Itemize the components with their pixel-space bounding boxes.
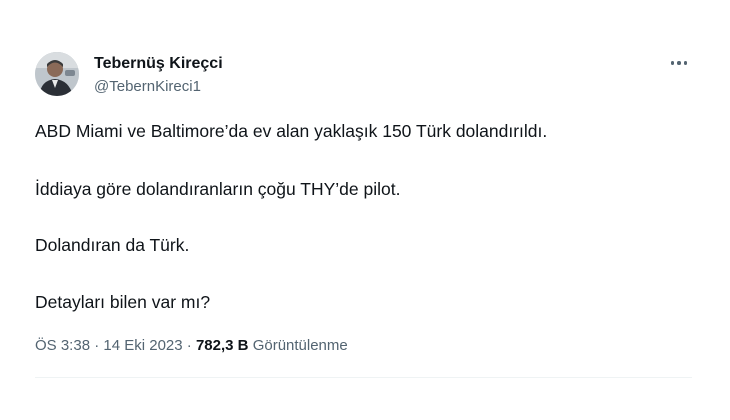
more-options-icon[interactable]	[664, 50, 694, 76]
author-name[interactable]: Tebernüş Kireçci	[94, 54, 223, 74]
meta-separator: ·	[94, 337, 100, 354]
tweet-date[interactable]: 14 Eki 2023	[103, 337, 182, 354]
tweet-text-line: Detayları bilen var mı?	[35, 292, 211, 312]
tweet-text-line: İddiaya göre dolandıranların çoğu THY’de…	[35, 179, 401, 199]
meta-separator: ·	[186, 337, 192, 354]
views-count: 782,3 B	[195, 337, 249, 354]
divider	[35, 377, 692, 378]
tweet-text-line: ABD Miami ve Baltimore’da ev alan yaklaş…	[35, 121, 548, 141]
author-handle[interactable]: @TebernKireci1	[94, 77, 201, 97]
avatar-image	[35, 52, 79, 96]
tweet-text-line: Dolandıran da Türk.	[35, 235, 190, 255]
tweet-card: Tebernüş Kireçci @TebernKireci1 ABD Miam…	[0, 0, 730, 420]
tweet-time[interactable]: ÖS 3:38	[35, 337, 90, 354]
views-label: Görüntülenme	[252, 337, 348, 354]
tweet-meta: ÖS 3:38 · 14 Eki 2023 · 782,3 B Görüntül…	[35, 336, 348, 356]
avatar[interactable]	[35, 52, 79, 96]
